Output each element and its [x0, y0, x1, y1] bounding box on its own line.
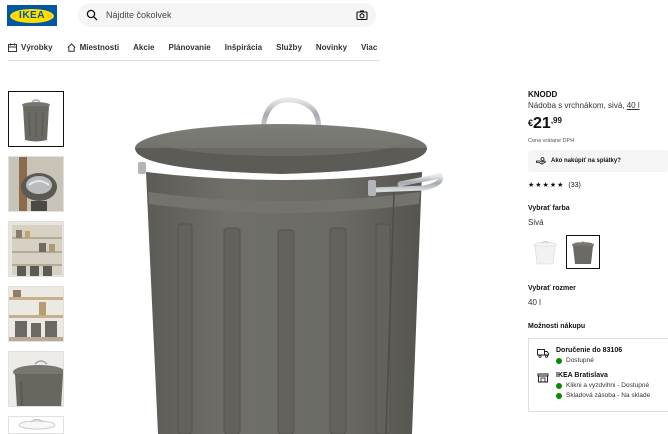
store-icon — [537, 373, 549, 383]
installment-button[interactable]: Ako nakúpiť na splátky? — [528, 150, 668, 172]
search-input[interactable] — [106, 10, 356, 20]
logo-text: IKEA — [19, 10, 45, 21]
thumbnail-bin-white[interactable] — [8, 416, 64, 434]
product-description-text: Nádoba s vrchnákom, sivá, — [528, 101, 625, 110]
thumbnail-list — [8, 91, 64, 434]
nav-rooms[interactable]: Miestnosti — [67, 43, 120, 58]
stock-status-text: Skladová zásoba - Na sklade — [566, 392, 651, 399]
available-dot — [556, 392, 562, 399]
product-description: Nádoba s vrchnákom, sivá, 40 l — [528, 101, 668, 110]
nav-planning[interactable]: Plánovanie — [169, 43, 211, 58]
swatch-gray[interactable] — [566, 235, 600, 269]
size-section-title: Vybrať rozmer — [528, 285, 576, 292]
color-selected: Sivá — [528, 218, 544, 227]
main-navigation: Výrobky Miestnosti Akcie Plánovanie Inšp… — [8, 41, 380, 61]
thumbnail-bin-top-view[interactable] — [8, 156, 64, 212]
store-title: IKEA Bratislava — [556, 372, 608, 379]
nav-label: Viac — [361, 43, 378, 52]
nav-label: Služby — [276, 43, 302, 52]
ikea-logo[interactable]: IKEA — [7, 5, 57, 26]
thumbnail-bin-close-up[interactable] — [8, 351, 64, 407]
price: € 21 ,99 — [528, 115, 668, 133]
store-option[interactable]: IKEA Bratislava Klikni a vyzdvihni - Dos… — [537, 372, 660, 399]
nav-label: Plánovanie — [168, 43, 211, 52]
home-icon — [67, 43, 76, 52]
rating-count: (33) — [568, 181, 581, 189]
click-collect-status: Klikni a vyzdvihni - Dostupné — [556, 382, 650, 389]
camera-icon[interactable] — [356, 9, 368, 21]
calendar-grid-icon — [8, 43, 17, 52]
search-icon — [86, 9, 98, 21]
available-dot — [556, 382, 562, 389]
stock-status: Skladová zásoba - Na sklade — [556, 392, 650, 399]
truck-icon — [537, 349, 549, 358]
vat-note: Cena vrátane DPH — [528, 138, 575, 144]
rating-stars-icon: ★★★★★ — [528, 182, 565, 189]
click-collect-text: Klikni a vyzdvihni - Dostupné — [566, 382, 650, 389]
swatch-white[interactable] — [528, 235, 562, 269]
nav-news[interactable]: Novinky — [316, 43, 347, 58]
thumbnail-room-shelf[interactable] — [8, 286, 64, 342]
purchase-options-box: Doručenie do 83106 Dostupné IKEA Bratisl… — [528, 338, 668, 412]
thumbnail-pantry-shelves[interactable] — [8, 221, 64, 277]
delivery-status-text: Dostupné — [566, 357, 594, 364]
main-product-image[interactable] — [128, 92, 448, 434]
available-dot — [556, 357, 562, 364]
installment-label: Ako nakúpiť na splátky? — [551, 158, 621, 164]
nav-offers[interactable]: Akcie — [133, 43, 154, 58]
color-section-title: Vybrať farba — [528, 205, 570, 212]
hand-coin-icon — [536, 157, 546, 165]
size-selected[interactable]: 40 l — [528, 298, 668, 307]
nav-label: Novinky — [315, 43, 348, 52]
price-decimal: ,99 — [550, 116, 562, 125]
search-bar[interactable] — [78, 3, 376, 27]
logo-oval: IKEA — [10, 8, 54, 23]
purchase-section-title: Možnosti nákupu — [528, 323, 586, 330]
nav-services[interactable]: Služby — [276, 43, 302, 58]
delivery-status: Dostupné — [556, 357, 622, 364]
product-name: KNODD — [528, 90, 558, 99]
nav-label: Výrobky — [21, 43, 53, 52]
delivery-option[interactable]: Doručenie do 83106 Dostupné — [537, 347, 660, 364]
size-link[interactable]: 40 l — [627, 101, 640, 110]
delivery-title: Doručenie do 83106 — [556, 347, 623, 354]
rating[interactable]: ★★★★★ (33) — [528, 181, 668, 190]
nav-label: Inšpirácia — [224, 43, 263, 52]
nav-label: Akcie — [133, 43, 155, 52]
nav-more[interactable]: Viac — [361, 43, 377, 58]
nav-label: Miestnosti — [79, 43, 120, 52]
nav-products[interactable]: Výrobky — [8, 43, 53, 58]
product-info-panel: KNODD Nádoba s vrchnákom, sivá, 40 l € 2… — [528, 90, 668, 412]
nav-inspiration[interactable]: Inšpirácia — [225, 43, 262, 58]
thumbnail-bin[interactable] — [8, 91, 64, 147]
price-main: 21 — [533, 115, 551, 132]
color-swatches — [528, 235, 668, 269]
